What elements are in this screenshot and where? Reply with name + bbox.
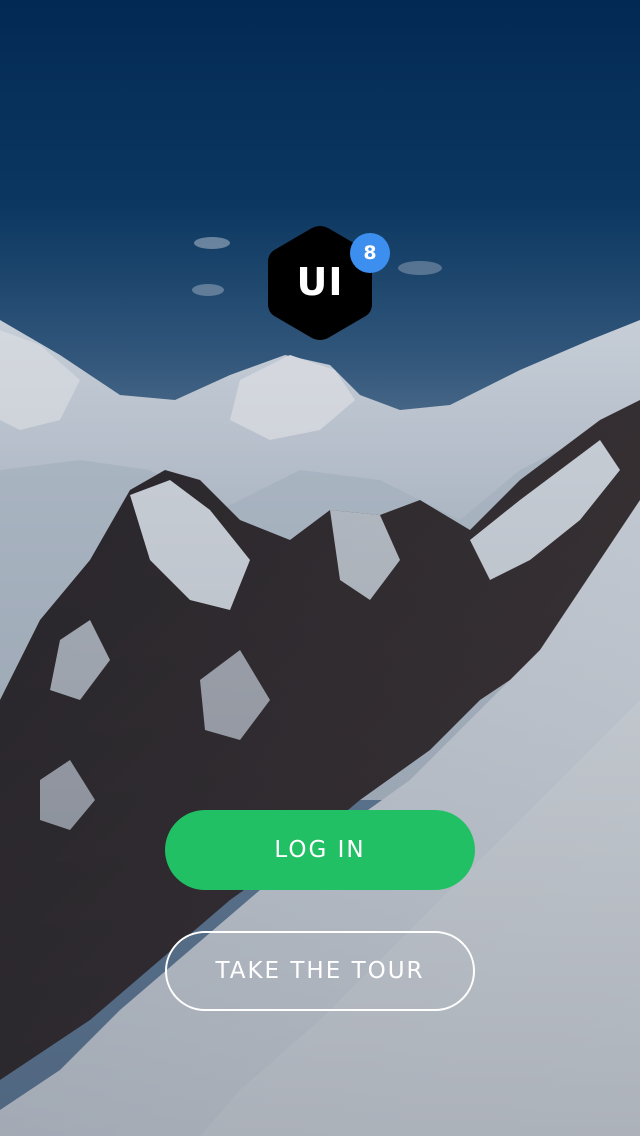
- log-in-button[interactable]: LOG IN: [165, 810, 475, 890]
- take-the-tour-button[interactable]: TAKE THE TOUR: [165, 931, 475, 1011]
- version-badge: 8: [350, 233, 390, 273]
- app-logo: UI 8: [262, 222, 394, 346]
- welcome-screen: UI 8 LOG IN TAKE THE TOUR: [0, 0, 640, 1136]
